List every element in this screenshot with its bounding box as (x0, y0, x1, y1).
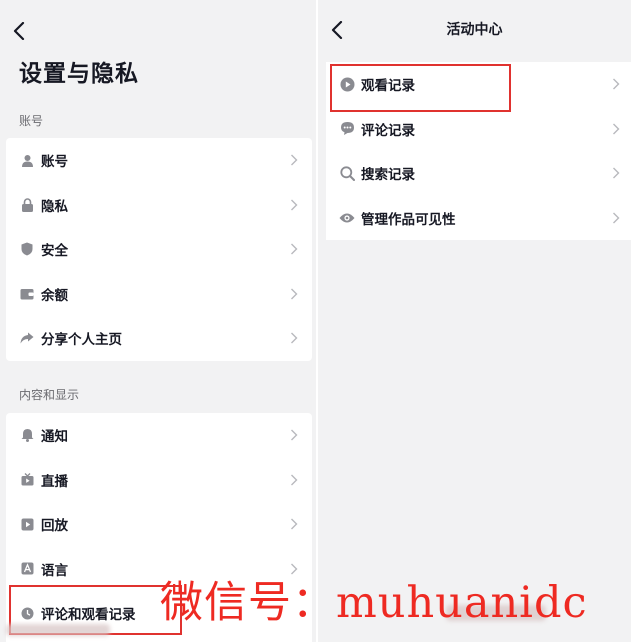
watermark-text: 微信号：muhuanidc (160, 578, 588, 628)
settings-item-label: 余额 (41, 287, 68, 304)
settings-item-privacy[interactable]: 隐私 (6, 183, 312, 228)
settings-item-label: 分享个人主页 (41, 332, 122, 349)
blurred-region (6, 624, 110, 636)
settings-item-label: 直播 (41, 473, 68, 490)
settings-item-security[interactable]: 安全 (6, 227, 312, 272)
chevron-right-icon (291, 199, 298, 211)
activity-item-label: 评论记录 (361, 122, 415, 139)
chevron-right-icon (613, 78, 620, 90)
settings-privacy-panel: 设置与隐私 账号 账号 隐私 安全 余额 分享个人主页 内容和显示 通知 直播 … (0, 0, 316, 642)
activity-item-manage-visibility[interactable]: 管理作品可见性 (326, 196, 631, 241)
chevron-right-icon (613, 123, 620, 135)
settings-item-share-profile[interactable]: 分享个人主页 (6, 316, 312, 361)
chevron-right-icon (613, 167, 620, 179)
lock-icon (20, 198, 34, 212)
chevron-right-icon (291, 518, 298, 530)
settings-item-label: 回放 (41, 518, 68, 535)
wallet-icon (20, 287, 34, 301)
settings-item-balance[interactable]: 余额 (6, 272, 312, 317)
play-box-icon (20, 517, 34, 531)
settings-item-label: 账号 (41, 154, 68, 171)
activity-center-panel: 活动中心 观看记录 评论记录 搜索记录 管理作品可见性 (318, 0, 631, 642)
shield-icon (20, 242, 34, 256)
activity-item-label: 管理作品可见性 (361, 211, 456, 228)
settings-item-label: 隐私 (41, 198, 68, 215)
eye-icon (339, 210, 355, 226)
chevron-right-icon (291, 429, 298, 441)
account-card: 账号 隐私 安全 余额 分享个人主页 (6, 138, 312, 361)
chevron-right-icon (291, 243, 298, 255)
back-arrow-icon[interactable] (8, 20, 30, 42)
section-label-account: 账号 (19, 114, 44, 128)
search-icon (339, 165, 355, 181)
page-title: 设置与隐私 (19, 61, 139, 87)
settings-item-label: 安全 (41, 243, 68, 260)
activity-item-comment-history[interactable]: 评论记录 (326, 107, 631, 152)
language-a-icon (20, 562, 34, 576)
activity-item-search-history[interactable]: 搜索记录 (326, 151, 631, 196)
person-icon (20, 153, 34, 167)
settings-item-replay[interactable]: 回放 (6, 502, 312, 547)
chevron-right-icon (613, 212, 620, 224)
settings-item-label: 通知 (41, 429, 68, 446)
chevron-right-icon (291, 332, 298, 344)
chevron-right-icon (291, 154, 298, 166)
settings-item-account[interactable]: 账号 (6, 138, 312, 183)
settings-item-notifications[interactable]: 通知 (6, 413, 312, 458)
share-arrow-icon (20, 331, 34, 345)
settings-item-label: 语言 (41, 562, 68, 579)
comment-icon (339, 121, 355, 137)
bell-icon (20, 428, 34, 443)
chevron-right-icon (291, 288, 298, 300)
header-title: 活动中心 (446, 22, 503, 38)
section-label-content-display: 内容和显示 (19, 388, 80, 402)
activity-item-label: 搜索记录 (361, 167, 415, 184)
chevron-right-icon (291, 474, 298, 486)
tv-icon (20, 473, 34, 487)
highlight-box-watch-history (330, 64, 511, 112)
settings-item-live[interactable]: 直播 (6, 458, 312, 503)
